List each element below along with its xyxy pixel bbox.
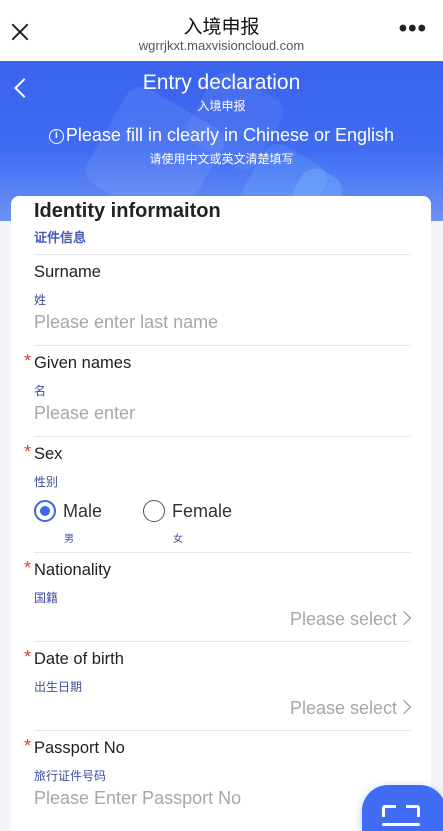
required-mark: * bbox=[24, 351, 32, 371]
nationality-select[interactable]: Please select bbox=[289, 609, 412, 630]
passport-input[interactable]: Please Enter Passport No bbox=[34, 788, 241, 809]
surname-label-cn: 姓 bbox=[34, 293, 47, 307]
surname-label: Surname bbox=[34, 263, 101, 281]
given-names-label: Given names bbox=[34, 354, 132, 372]
scan-icon bbox=[382, 823, 420, 826]
sex-label: Sex bbox=[34, 445, 63, 463]
nationality-label-cn: 国籍 bbox=[34, 591, 59, 605]
male-radio[interactable] bbox=[34, 500, 56, 522]
section-title-cn: 证件信息 bbox=[34, 230, 87, 245]
page-title: 入境申报 bbox=[183, 17, 260, 38]
divider bbox=[34, 641, 411, 642]
header-title: Entry declaration bbox=[142, 71, 301, 94]
scan-button[interactable] bbox=[362, 785, 443, 831]
required-mark: * bbox=[24, 442, 32, 462]
divider bbox=[34, 254, 411, 255]
nationality-select-value: Please select bbox=[289, 609, 397, 629]
male-label-cn: 男 bbox=[64, 534, 74, 545]
sex-label-cn: 性别 bbox=[34, 475, 59, 489]
header-note: i Please fill in clearly in Chinese or En… bbox=[0, 125, 443, 146]
male-label[interactable]: Male bbox=[63, 501, 102, 522]
dob-select-value: Please select bbox=[289, 698, 397, 718]
scan-icon bbox=[382, 805, 396, 817]
divider bbox=[34, 345, 411, 346]
more-icon[interactable]: ••• bbox=[399, 17, 427, 41]
female-label[interactable]: Female bbox=[172, 501, 232, 522]
identity-form-card: Identity informaiton 证件信息 Surname 姓 Plea… bbox=[11, 196, 431, 831]
header-note-cn: 请使用中文或英文清楚填写 bbox=[149, 152, 294, 166]
dob-label: Date of birth bbox=[34, 650, 124, 668]
nationality-label: Nationality bbox=[34, 561, 112, 579]
female-label-cn: 女 bbox=[173, 534, 183, 545]
required-mark: * bbox=[24, 736, 32, 756]
scan-icon bbox=[406, 805, 420, 817]
required-mark: * bbox=[24, 558, 32, 578]
required-mark: * bbox=[24, 647, 32, 667]
given-names-input[interactable]: Please enter bbox=[34, 403, 135, 424]
page-url: wgrrjkxt.maxvisioncloud.com bbox=[138, 38, 305, 53]
divider bbox=[34, 436, 411, 437]
given-names-label-cn: 名 bbox=[34, 384, 47, 398]
divider bbox=[34, 552, 411, 553]
top-bar: 入境申报 wgrrjkxt.maxvisioncloud.com ••• bbox=[0, 0, 443, 61]
passport-label-cn: 旅行证件号码 bbox=[34, 769, 107, 783]
female-radio[interactable] bbox=[143, 500, 165, 522]
dob-select[interactable]: Please select bbox=[289, 698, 412, 719]
dob-label-cn: 出生日期 bbox=[34, 680, 83, 694]
section-title: Identity informaiton bbox=[34, 200, 221, 222]
passport-label: Passport No bbox=[34, 739, 125, 757]
chevron-right-icon bbox=[396, 699, 412, 715]
header-note-text: Please fill in clearly in Chinese or Eng… bbox=[65, 125, 395, 145]
info-icon: i bbox=[48, 129, 64, 144]
divider bbox=[34, 730, 411, 731]
chevron-right-icon bbox=[396, 610, 412, 626]
surname-input[interactable]: Please enter last name bbox=[34, 312, 218, 333]
header-title-cn: 入境申报 bbox=[197, 99, 246, 113]
